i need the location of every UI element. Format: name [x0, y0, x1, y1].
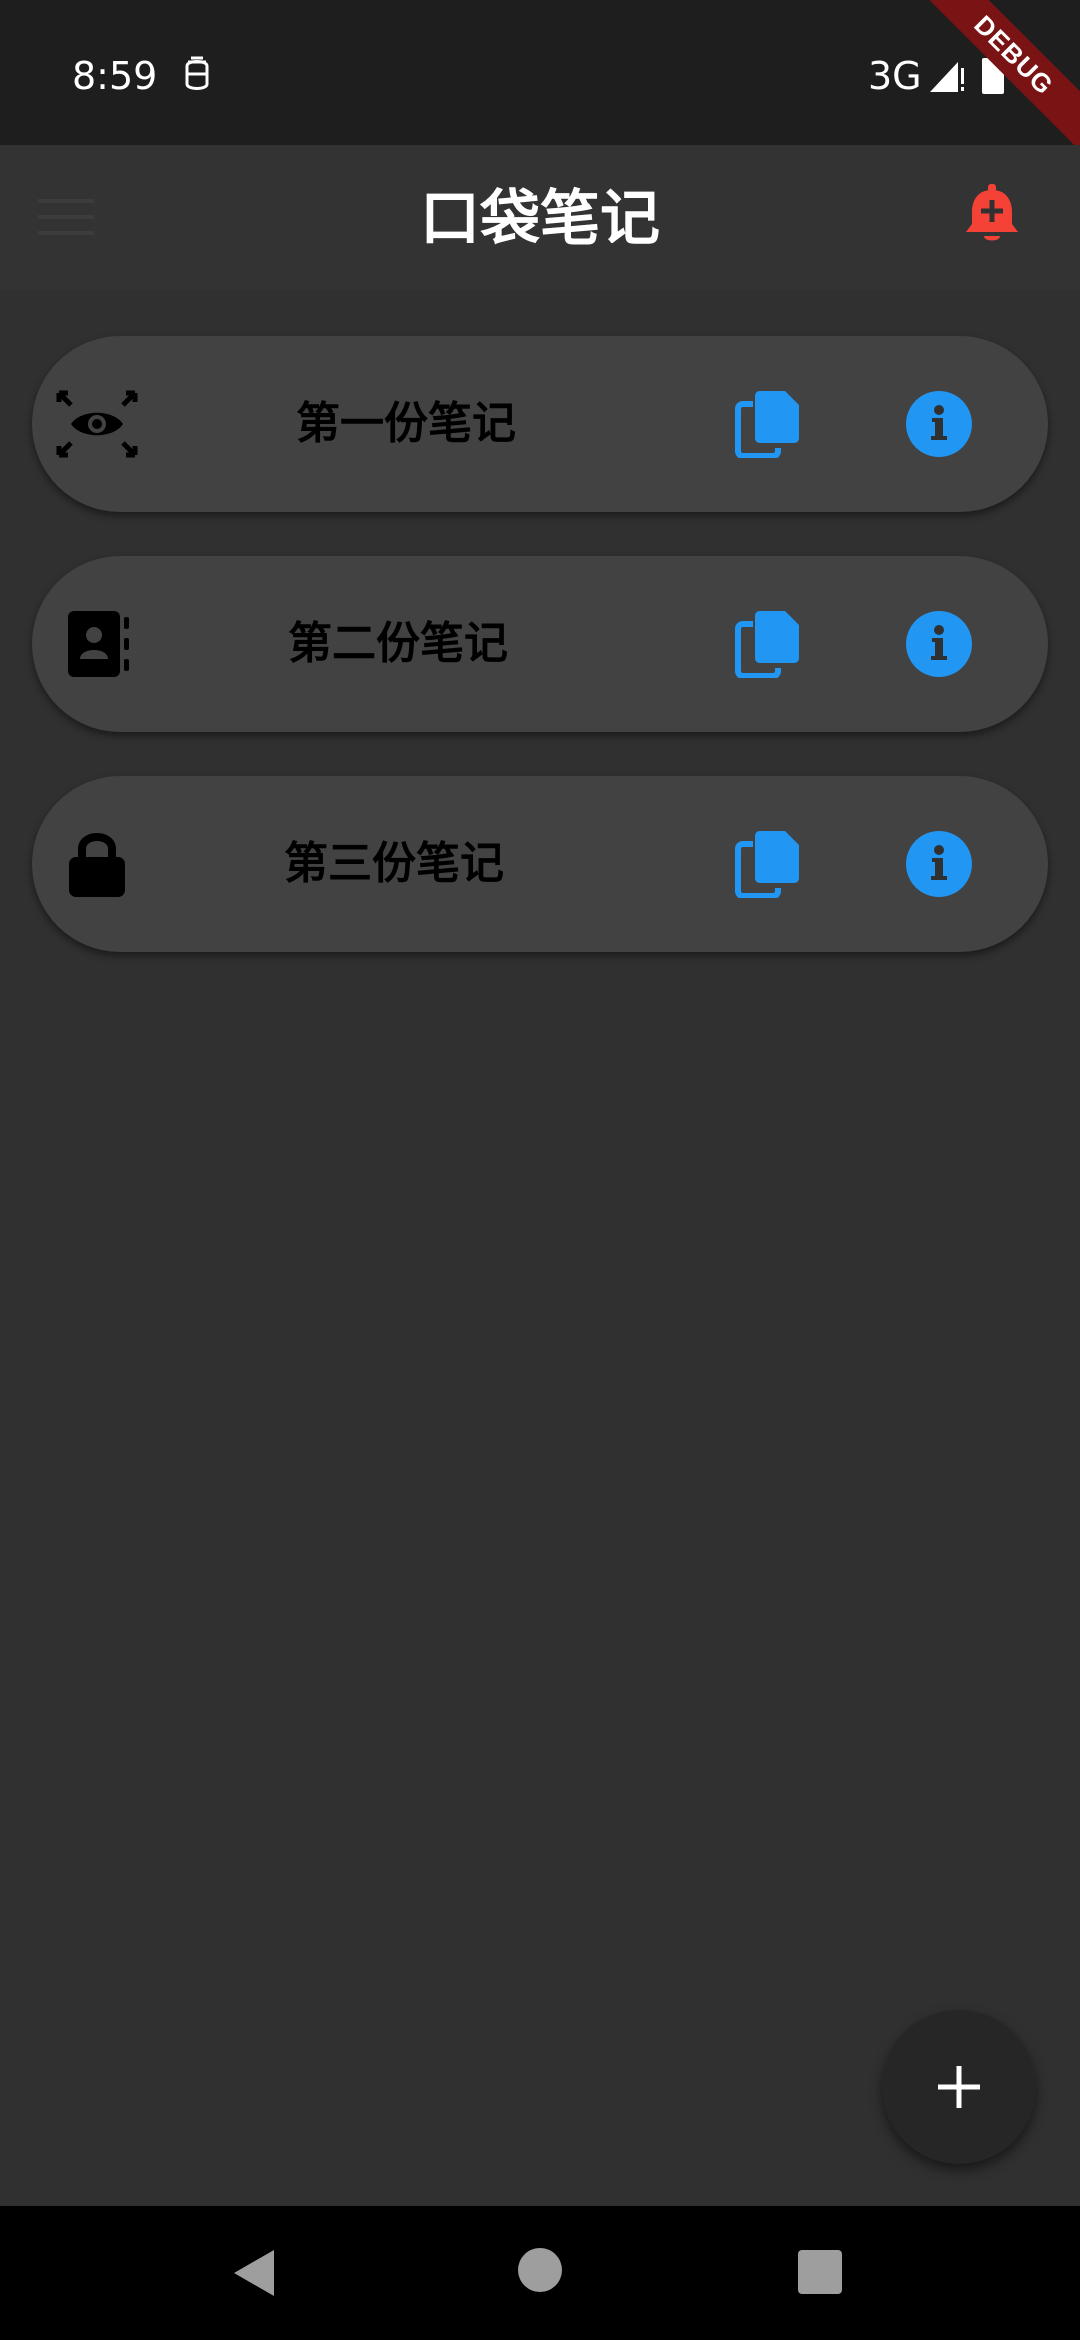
copy-button[interactable]: [722, 379, 812, 469]
add-note-button[interactable]: [882, 2010, 1036, 2164]
network-type: 3G: [868, 54, 922, 98]
add-reminder-button[interactable]: [954, 177, 1030, 253]
note-icon: [52, 819, 142, 909]
copy-icon: [735, 391, 799, 458]
note-card[interactable]: 第二份笔记: [32, 556, 1048, 732]
copy-button[interactable]: [722, 599, 812, 689]
note-icon: [52, 599, 142, 689]
recent-apps-icon[interactable]: [798, 2250, 842, 2294]
note-list: 第一份笔记 第二份笔记 第三份笔记: [32, 336, 1048, 996]
note-title: 第三份笔记: [284, 838, 504, 889]
info-button[interactable]: [894, 379, 984, 469]
app-screen: 8:59 3G DEBUG 口袋笔记 第一份笔记 第二份笔记 第三份笔记: [0, 0, 1080, 2340]
signal-icon: [930, 62, 964, 92]
battery-icon: [982, 54, 1004, 94]
info-icon: [906, 391, 972, 457]
info-button[interactable]: [894, 599, 984, 689]
page-title: 口袋笔记: [420, 184, 660, 254]
lock-icon: [69, 833, 125, 897]
note-title: 第一份笔记: [296, 398, 516, 449]
note-card[interactable]: 第三份笔记: [32, 776, 1048, 952]
plus-icon: [938, 2066, 980, 2108]
copy-icon: [735, 611, 799, 678]
note-icon: [52, 379, 142, 469]
debug-app-icon: [185, 56, 209, 90]
note-card[interactable]: 第一份笔记: [32, 336, 1048, 512]
contact-book-icon: [68, 611, 129, 677]
copy-button[interactable]: [722, 819, 812, 909]
note-title: 第二份笔记: [288, 618, 508, 669]
status-bar: 8:59 3G: [0, 0, 1080, 145]
status-time: 8:59: [72, 54, 158, 98]
app-bar: 口袋笔记: [0, 145, 1080, 290]
info-button[interactable]: [894, 819, 984, 909]
copy-icon: [735, 831, 799, 898]
info-icon: [906, 611, 972, 677]
bell-plus-icon: [966, 184, 1018, 241]
back-icon[interactable]: [230, 2248, 280, 2298]
info-icon: [906, 831, 972, 897]
eye-focus-icon: [56, 390, 138, 458]
navigation-bar: [0, 2206, 1080, 2340]
home-icon[interactable]: [518, 2248, 562, 2292]
